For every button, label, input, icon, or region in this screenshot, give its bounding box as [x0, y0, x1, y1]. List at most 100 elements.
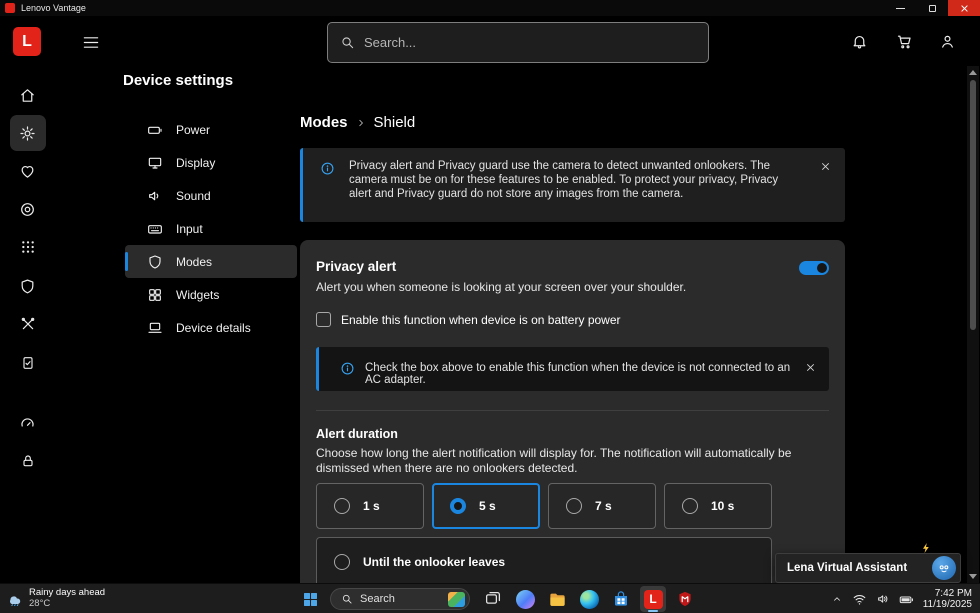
system-tray: 7:42 PM 11/19/2025 — [831, 584, 972, 613]
scrollbar[interactable] — [967, 66, 979, 583]
widgets-icon — [147, 287, 163, 303]
weather-text: Rainy days ahead — [29, 587, 106, 598]
sidebar-item-input[interactable]: Input — [125, 212, 297, 245]
alert-duration-title: Alert duration — [316, 427, 398, 441]
shield-icon[interactable] — [0, 268, 55, 304]
heart-icon[interactable] — [0, 153, 55, 189]
breadcrumb-modes[interactable]: Modes — [300, 114, 348, 131]
weather-icon — [6, 591, 23, 606]
privacy-alert-toggle[interactable] — [799, 261, 829, 275]
assistant-label: Lena Virtual Assistant — [787, 562, 908, 574]
note-text: Check the box above to enable this funct… — [365, 362, 791, 386]
privacy-info-banner: Privacy alert and Privacy guard use the … — [300, 148, 845, 222]
duration-option-1s[interactable]: 1 s — [316, 483, 424, 529]
app-icon — [5, 3, 15, 13]
wifi-icon[interactable] — [852, 593, 867, 606]
lock-icon[interactable] — [0, 443, 55, 479]
volume-icon[interactable] — [876, 592, 890, 606]
lenovo-logo[interactable]: L — [13, 27, 41, 56]
privacy-alert-card: Privacy alert Alert you when someone is … — [300, 240, 845, 583]
duration-option-5s[interactable]: 5 s — [432, 483, 540, 529]
cart-icon[interactable] — [896, 33, 913, 50]
file-explorer-icon[interactable] — [544, 586, 570, 612]
radio-icon — [334, 498, 350, 514]
lifebuoy-icon[interactable] — [0, 191, 55, 227]
duration-option-7s[interactable]: 7 s — [548, 483, 656, 529]
scroll-down-arrow[interactable] — [969, 574, 977, 579]
assistant-avatar[interactable] — [932, 556, 956, 580]
battery-checkbox-row[interactable]: Enable this function when device is on b… — [316, 312, 621, 327]
radio-icon — [682, 498, 698, 514]
minimize-button[interactable] — [884, 0, 916, 16]
task-view-icon[interactable] — [480, 586, 506, 612]
card-description: Alert you when someone is looking at you… — [316, 280, 687, 294]
close-icon[interactable] — [820, 161, 831, 172]
sidebar-item-modes[interactable]: Modes — [125, 245, 297, 278]
window-title: Lenovo Vantage — [21, 3, 86, 13]
bell-icon[interactable] — [851, 33, 868, 50]
sidebar-item-label: Input — [176, 221, 203, 236]
duration-options: 1 s 5 s 7 s 10 s — [316, 483, 772, 529]
copilot-icon[interactable] — [512, 586, 538, 612]
restore-button[interactable] — [916, 0, 948, 16]
speaker-icon — [147, 188, 163, 204]
titlebar: Lenovo Vantage — [0, 0, 980, 16]
breadcrumb: Modes Shield — [300, 114, 415, 131]
sidebar-item-display[interactable]: Display — [125, 146, 297, 179]
sidebar-item-sound[interactable]: Sound — [125, 179, 297, 212]
duration-option-10s[interactable]: 10 s — [664, 483, 772, 529]
sidebar-item-power[interactable]: Power — [125, 113, 297, 146]
radio-icon — [334, 554, 350, 570]
sidebar-item-label: Power — [176, 122, 211, 137]
clock-date: 11/19/2025 — [922, 599, 972, 610]
search-icon — [341, 593, 353, 605]
sidebar-item-label: Widgets — [176, 287, 220, 302]
settings-nav: Power Display Sound Input Modes Widgets … — [125, 113, 297, 344]
gauge-icon[interactable] — [0, 405, 55, 441]
battery-checkbox-label: Enable this function when device is on b… — [341, 312, 621, 327]
duration-option-until-leaves[interactable]: Until the onlooker leaves — [316, 537, 772, 583]
tools-icon[interactable] — [0, 306, 55, 342]
weather-temp: 28°C — [29, 598, 51, 609]
weather-widget[interactable]: Rainy days ahead 28°C — [6, 587, 105, 609]
user-icon[interactable] — [939, 33, 956, 50]
taskbar-search-label: Search — [360, 593, 395, 605]
icon-rail: L — [0, 16, 55, 583]
close-icon[interactable] — [805, 362, 816, 373]
search-input[interactable] — [364, 35, 696, 50]
radio-icon — [566, 498, 582, 514]
sidebar-item-label: Device details — [176, 320, 251, 335]
vantage-taskbar-icon[interactable]: L — [640, 586, 666, 612]
clipboard-check-icon[interactable] — [0, 345, 55, 381]
scrollbar-thumb[interactable] — [970, 80, 976, 330]
menu-icon[interactable] — [83, 36, 99, 49]
lena-virtual-assistant[interactable]: Lena Virtual Assistant — [775, 553, 961, 583]
edge-icon[interactable] — [576, 586, 602, 612]
scroll-up-arrow[interactable] — [969, 70, 977, 75]
card-title: Privacy alert — [316, 259, 397, 274]
clock-time: 7:42 PM — [934, 587, 972, 599]
battery-checkbox[interactable] — [316, 312, 331, 327]
sidebar-item-device-details[interactable]: Device details — [125, 311, 297, 344]
mcafee-icon[interactable] — [672, 586, 698, 612]
gear-icon[interactable] — [0, 115, 55, 151]
toggle-knob — [817, 263, 827, 273]
banner-text: Privacy alert and Privacy guard use the … — [349, 160, 779, 200]
search-bar[interactable] — [327, 22, 709, 63]
sidebar-item-widgets[interactable]: Widgets — [125, 278, 297, 311]
search-highlight-icon[interactable] — [448, 591, 465, 607]
home-icon[interactable] — [0, 77, 55, 113]
tray-chevron-icon[interactable] — [831, 593, 843, 605]
taskbar: Rainy days ahead 28°C Search L 7:42 PM 1… — [0, 583, 980, 613]
store-icon[interactable] — [608, 586, 634, 612]
taskbar-clock[interactable]: 7:42 PM 11/19/2025 — [923, 588, 972, 611]
close-button[interactable] — [948, 0, 980, 16]
chevron-right-icon — [356, 118, 366, 128]
taskbar-search[interactable]: Search — [330, 588, 470, 610]
sidebar-item-label: Modes — [176, 254, 213, 269]
page-title: Device settings — [123, 72, 234, 89]
info-icon — [340, 361, 355, 376]
start-button[interactable] — [302, 591, 318, 607]
battery-icon[interactable] — [899, 593, 914, 606]
apps-grid-icon[interactable] — [0, 229, 55, 265]
